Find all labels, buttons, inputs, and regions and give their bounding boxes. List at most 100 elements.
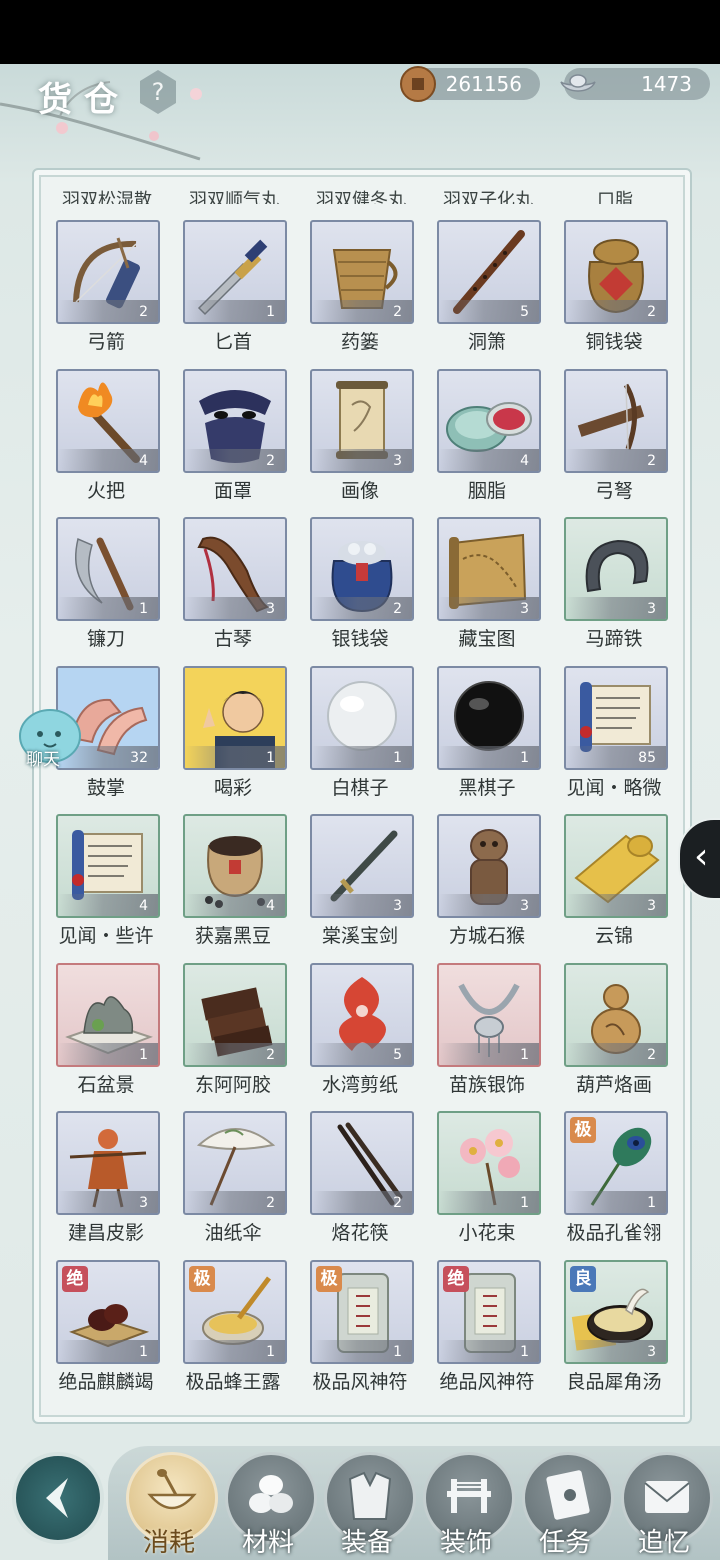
back-button[interactable] bbox=[12, 1452, 104, 1544]
grade-badge: 极 bbox=[316, 1265, 342, 1292]
item-slot[interactable]: 极 1 极品风神符 bbox=[308, 1259, 435, 1409]
item-card[interactable]: 绝1 bbox=[56, 1259, 160, 1364]
item-card[interactable]: 2 bbox=[564, 220, 668, 324]
item-slot[interactable]: 1 镰刀 bbox=[54, 517, 181, 666]
item-slot[interactable]: 极 1 极品孔雀翎 bbox=[562, 1111, 689, 1260]
item-card[interactable]: 2 bbox=[183, 368, 287, 473]
item-card[interactable]: 良3 bbox=[564, 1259, 668, 1364]
item-name: 良品犀角汤 bbox=[566, 1370, 662, 1393]
item-card[interactable]: 2 bbox=[183, 1111, 287, 1215]
tab-label[interactable]: 材料 bbox=[218, 1522, 318, 1559]
item-card[interactable]: 极1 bbox=[564, 1111, 668, 1215]
item-slot[interactable]: 2 葫芦烙画 bbox=[562, 962, 689, 1112]
item-count: 1 bbox=[266, 304, 275, 320]
item-count: 3 bbox=[647, 1343, 656, 1360]
item-card[interactable]: 3 bbox=[310, 814, 414, 918]
item-card[interactable]: 3 bbox=[437, 814, 541, 918]
item-slot[interactable]: 1 喝彩 bbox=[181, 665, 308, 815]
item-card[interactable]: 5 bbox=[437, 220, 541, 324]
item-card[interactable]: 3 bbox=[564, 814, 668, 918]
item-card[interactable]: 1 bbox=[310, 665, 414, 770]
item-name: 水湾剪纸 bbox=[321, 1073, 398, 1096]
silver-amount: 1473 bbox=[641, 72, 692, 96]
item-slot[interactable]: 3 古琴 bbox=[181, 517, 308, 666]
item-slot[interactable]: 3 画像 bbox=[308, 368, 435, 518]
item-card[interactable]: 2 bbox=[56, 220, 160, 324]
item-slot[interactable]: 2 药篓 bbox=[308, 220, 435, 369]
item-card[interactable]: 1 bbox=[183, 220, 287, 324]
item-card[interactable]: 1 bbox=[56, 962, 160, 1067]
item-slot[interactable]: 1 白棋子 bbox=[308, 665, 435, 815]
tab-label[interactable]: 追忆 bbox=[614, 1522, 714, 1559]
chat-label[interactable]: 聊天 bbox=[26, 745, 60, 770]
tab-label[interactable]: 装饰 bbox=[416, 1522, 516, 1559]
item-card[interactable]: 4 bbox=[56, 368, 160, 473]
item-slot[interactable]: 2 弓箭 bbox=[54, 220, 181, 369]
item-slot[interactable]: 1 黑棋子 bbox=[435, 665, 562, 815]
item-slot[interactable]: 1 苗族银饰 bbox=[435, 962, 562, 1112]
item-card[interactable]: 4 bbox=[437, 368, 541, 473]
item-slot[interactable]: 1 小花束 bbox=[435, 1111, 562, 1260]
item-slot[interactable]: 3 建昌皮影 bbox=[54, 1111, 181, 1260]
item-slot[interactable]: 2 弓弩 bbox=[562, 368, 689, 518]
item-name: 小花束 bbox=[458, 1222, 516, 1244]
item-slot[interactable]: 3 方城石猴 bbox=[435, 814, 562, 963]
item-slot[interactable]: 4 见闻・些许 bbox=[54, 814, 181, 963]
item-slot[interactable]: 2 油纸伞 bbox=[181, 1111, 308, 1260]
item-card[interactable]: 2 bbox=[564, 368, 668, 473]
item-slot[interactable]: 4 获嘉黑豆 bbox=[181, 814, 308, 963]
item-card[interactable]: 85 bbox=[564, 665, 668, 770]
item-slot[interactable]: 2 铜钱袋 bbox=[562, 220, 689, 369]
item-slot[interactable]: 3 云锦 bbox=[562, 814, 689, 963]
item-card[interactable]: 2 bbox=[564, 962, 668, 1067]
item-slot[interactable]: 4 火把 bbox=[54, 368, 181, 518]
item-slot[interactable]: 良 3 良品犀角汤 bbox=[562, 1259, 689, 1409]
item-slot[interactable]: 5 水湾剪纸 bbox=[308, 962, 435, 1112]
item-slot[interactable]: 3 棠溪宝剑 bbox=[308, 814, 435, 963]
partial-item-label: 羽双顺气丸 bbox=[189, 190, 279, 204]
item-slot[interactable]: 2 东阿阿胶 bbox=[181, 962, 308, 1112]
item-card[interactable]: 极1 bbox=[183, 1259, 287, 1364]
item-card[interactable]: 5 bbox=[310, 962, 414, 1067]
item-slot[interactable]: 绝 1 绝品麒麟竭 bbox=[54, 1259, 181, 1409]
item-slot[interactable]: 4 胭脂 bbox=[435, 368, 562, 518]
item-slot[interactable]: 1 匕首 bbox=[181, 220, 308, 369]
item-count: 2 bbox=[393, 304, 402, 320]
item-slot[interactable]: 2 烙花筷 bbox=[308, 1111, 435, 1260]
item-card[interactable]: 2 bbox=[183, 962, 287, 1067]
item-count: 3 bbox=[393, 898, 402, 914]
item-card[interactable]: 3 bbox=[56, 1111, 160, 1215]
item-card[interactable]: 极1 bbox=[310, 1259, 414, 1364]
item-card[interactable]: 1 bbox=[437, 1111, 541, 1215]
item-card[interactable]: 1 bbox=[437, 665, 541, 770]
item-slot[interactable]: 2 银钱袋 bbox=[308, 517, 435, 666]
item-card[interactable]: 4 bbox=[56, 814, 160, 918]
item-card[interactable]: 3 bbox=[437, 517, 541, 621]
item-card[interactable]: 1 bbox=[183, 665, 287, 770]
item-slot[interactable]: 3 马蹄铁 bbox=[562, 517, 689, 666]
tab-label[interactable]: 装备 bbox=[317, 1522, 417, 1559]
item-card[interactable]: 3 bbox=[564, 517, 668, 621]
item-count: 1 bbox=[139, 1046, 148, 1063]
item-slot[interactable]: 3 藏宝图 bbox=[435, 517, 562, 666]
item-card[interactable]: 绝1 bbox=[437, 1259, 541, 1364]
item-slot[interactable]: 绝 1 绝品风神符 bbox=[435, 1259, 562, 1409]
item-count: 3 bbox=[647, 601, 656, 617]
tab-label[interactable]: 消耗 bbox=[119, 1522, 219, 1559]
item-card[interactable]: 2 bbox=[310, 220, 414, 324]
item-card[interactable]: 2 bbox=[310, 1111, 414, 1215]
item-slot[interactable]: 2 面罩 bbox=[181, 368, 308, 518]
item-slot[interactable]: 1 石盆景 bbox=[54, 962, 181, 1112]
item-count: 3 bbox=[266, 601, 275, 617]
item-card[interactable]: 3 bbox=[310, 368, 414, 473]
item-card[interactable]: 1 bbox=[56, 517, 160, 621]
item-card[interactable]: 2 bbox=[310, 517, 414, 621]
item-name: 绝品麒麟竭 bbox=[58, 1370, 154, 1393]
item-card[interactable]: 3 bbox=[183, 517, 287, 621]
item-slot[interactable]: 5 洞箫 bbox=[435, 220, 562, 369]
item-slot[interactable]: 85 见闻・略微 bbox=[562, 665, 689, 815]
item-card[interactable]: 4 bbox=[183, 814, 287, 918]
item-slot[interactable]: 极 1 极品蜂王露 bbox=[181, 1259, 308, 1409]
tab-label[interactable]: 任务 bbox=[515, 1522, 615, 1559]
item-card[interactable]: 1 bbox=[437, 962, 541, 1067]
